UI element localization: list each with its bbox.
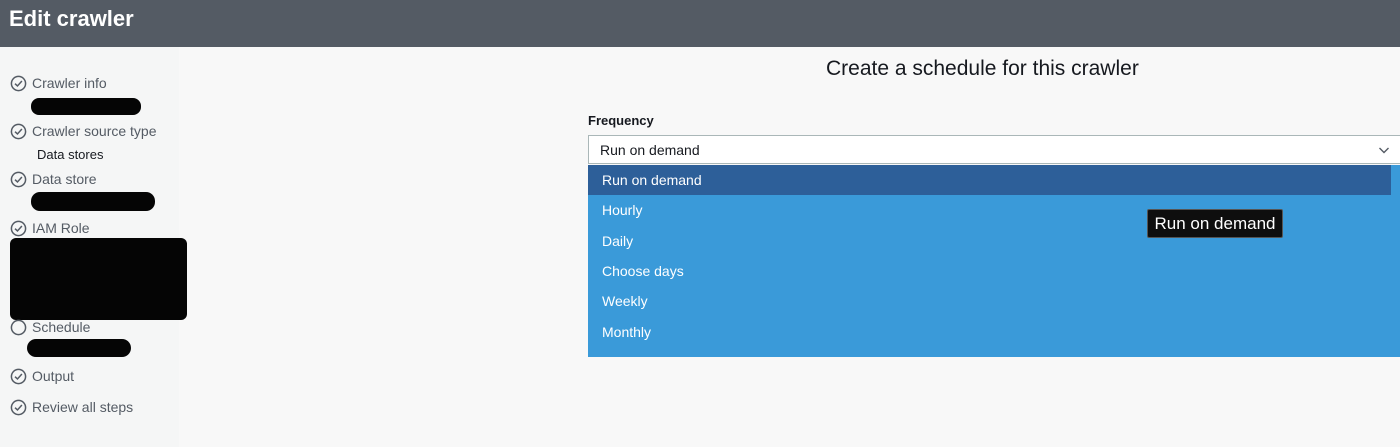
page-header-title: Edit crawler (9, 6, 134, 31)
redacted-block (31, 98, 141, 115)
option-monthly[interactable]: Monthly (588, 317, 1391, 347)
chevron-down-icon (1379, 147, 1389, 154)
option-weekly[interactable]: Weekly (588, 286, 1391, 316)
redacted-block (31, 192, 155, 211)
frequency-select-value: Run on demand (600, 141, 700, 158)
step-label: Data store (32, 171, 97, 187)
check-circle-icon (10, 368, 27, 384)
frequency-dropdown-list: Run on demand Hourly Daily Choose days W… (588, 165, 1400, 357)
option-run-on-demand[interactable]: Run on demand (588, 165, 1391, 195)
step-label: IAM Role (32, 220, 90, 236)
step-label: Output (32, 368, 75, 384)
header-bar: Edit crawler (0, 0, 1400, 47)
step-schedule[interactable]: Schedule (10, 317, 90, 337)
frequency-label: Frequency (588, 113, 654, 128)
frequency-select[interactable]: Run on demand (588, 135, 1400, 164)
step-data-store[interactable]: Data store (10, 169, 97, 189)
check-circle-icon (10, 399, 27, 415)
tooltip: Run on demand (1147, 209, 1283, 238)
check-circle-icon (10, 220, 27, 236)
step-crawler-source-type[interactable]: Crawler source type (10, 121, 157, 141)
check-circle-icon (10, 123, 27, 139)
empty-circle-icon (10, 319, 27, 335)
check-circle-icon (10, 171, 27, 187)
step-review-all-steps[interactable]: Review all steps (10, 397, 133, 417)
step-label: Crawler source type (32, 123, 157, 139)
page-title: Create a schedule for this crawler (826, 57, 1139, 80)
step-label: Review all steps (32, 399, 134, 415)
step-label: Schedule (32, 319, 91, 335)
step-crawler-info[interactable]: Crawler info (10, 73, 107, 93)
step-label: Crawler info (32, 75, 107, 91)
step-sublabel: Data stores (37, 147, 104, 162)
step-iam-role[interactable]: IAM Role (10, 218, 90, 238)
redacted-block (10, 238, 187, 320)
option-choose-days[interactable]: Choose days (588, 256, 1391, 286)
step-output[interactable]: Output (10, 366, 74, 386)
redacted-block (27, 339, 131, 357)
check-circle-icon (10, 75, 27, 91)
